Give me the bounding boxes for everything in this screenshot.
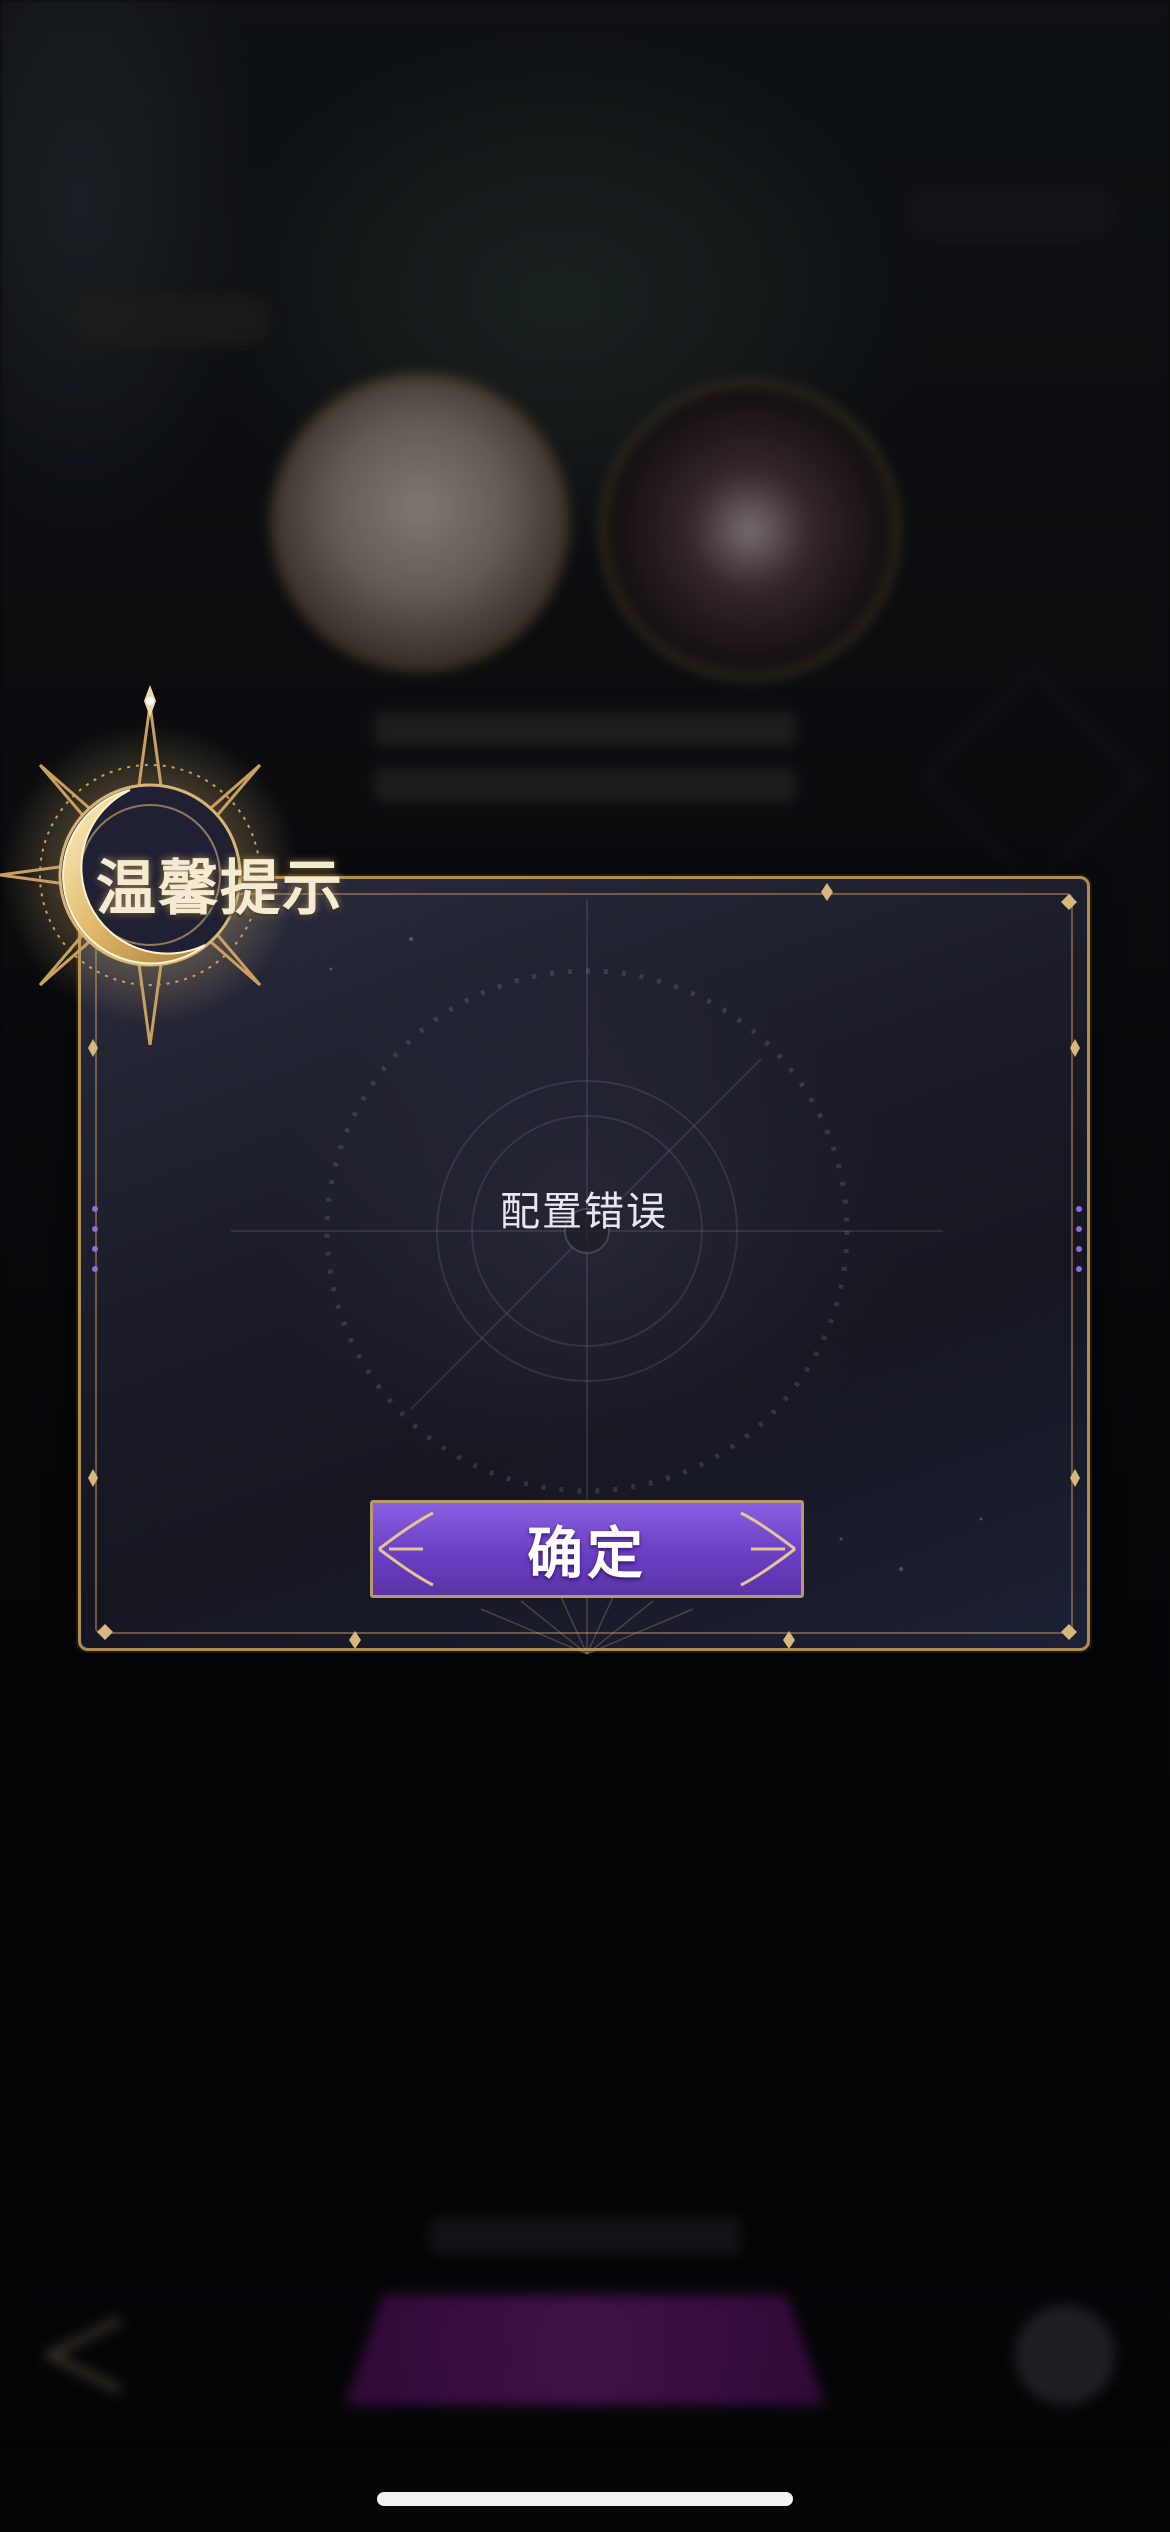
confirm-button-label: 确定 — [527, 1520, 647, 1587]
home-indicator[interactable] — [377, 2492, 793, 2506]
dialog-message: 配置错误 — [500, 1189, 668, 1235]
dialog-title: 温馨提示 — [96, 854, 344, 924]
button-right-ornament — [740, 1511, 796, 1587]
button-left-ornament — [378, 1511, 434, 1587]
confirm-button[interactable]: 确定 — [370, 1500, 804, 1598]
